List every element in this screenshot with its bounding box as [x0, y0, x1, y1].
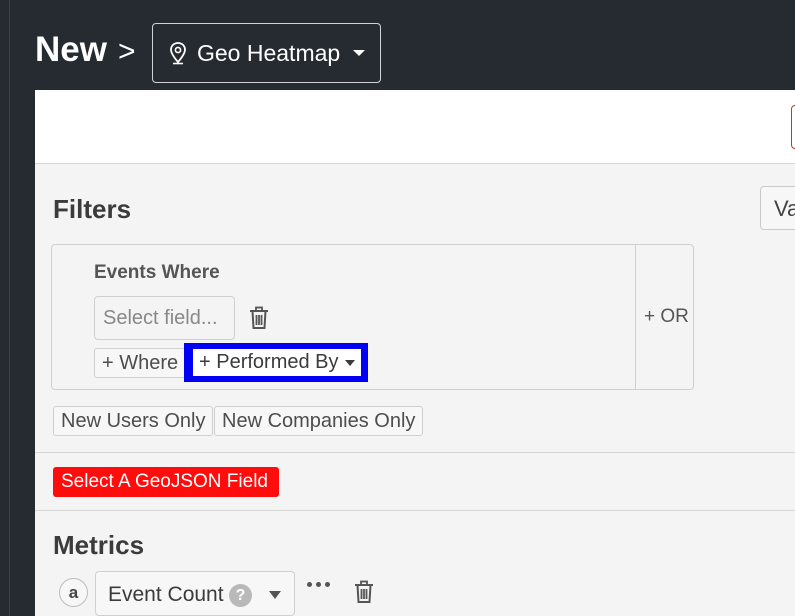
chevron-down-icon: [353, 50, 366, 56]
breadcrumb-separator: >: [118, 35, 136, 68]
page-title: New: [35, 30, 107, 69]
left-rail-divider: [9, 0, 10, 616]
select-field-dropdown[interactable]: Select field...: [94, 296, 235, 340]
chart-type-dropdown[interactable]: Geo Heatmap: [152, 23, 381, 83]
section-divider: [35, 452, 795, 453]
metric-label: Event Count: [108, 583, 224, 606]
chart-type-label: Geo Heatmap: [197, 39, 341, 66]
filters-title: Filters: [53, 194, 132, 224]
trash-icon[interactable]: [353, 580, 375, 604]
new-users-only-toggle[interactable]: New Users Only: [53, 406, 214, 436]
trash-icon[interactable]: [248, 306, 270, 330]
editor-panel: Filters Va Events Where Select field... …: [35, 90, 795, 616]
metric-letter-badge: a: [59, 578, 88, 607]
chevron-down-icon: [344, 359, 355, 366]
events-where-label: Events Where: [94, 262, 220, 283]
map-pin-icon: [170, 42, 186, 65]
chevron-down-icon: [269, 591, 281, 599]
select-geojson-field-button[interactable]: Select A GeoJSON Field: [53, 467, 279, 497]
or-divider: [635, 245, 636, 389]
panel-toolbar: [35, 90, 795, 164]
add-or-button[interactable]: + OR: [644, 306, 689, 328]
performed-by-button[interactable]: + Performed By: [193, 349, 361, 376]
section-divider: [35, 510, 795, 511]
add-where-button[interactable]: + Where: [94, 348, 187, 378]
filter-group: Events Where Select field... + Where + P…: [51, 244, 694, 390]
new-companies-only-toggle[interactable]: New Companies Only: [214, 406, 424, 436]
va-button[interactable]: Va: [760, 186, 795, 230]
metrics-title: Metrics: [53, 530, 145, 560]
help-icon[interactable]: ?: [229, 584, 252, 607]
metric-dropdown[interactable]: Event Count ?: [95, 571, 295, 616]
toolbar-action-button[interactable]: [791, 105, 795, 149]
performed-by-label: + Performed By: [199, 351, 339, 373]
more-options-icon[interactable]: [307, 582, 331, 590]
